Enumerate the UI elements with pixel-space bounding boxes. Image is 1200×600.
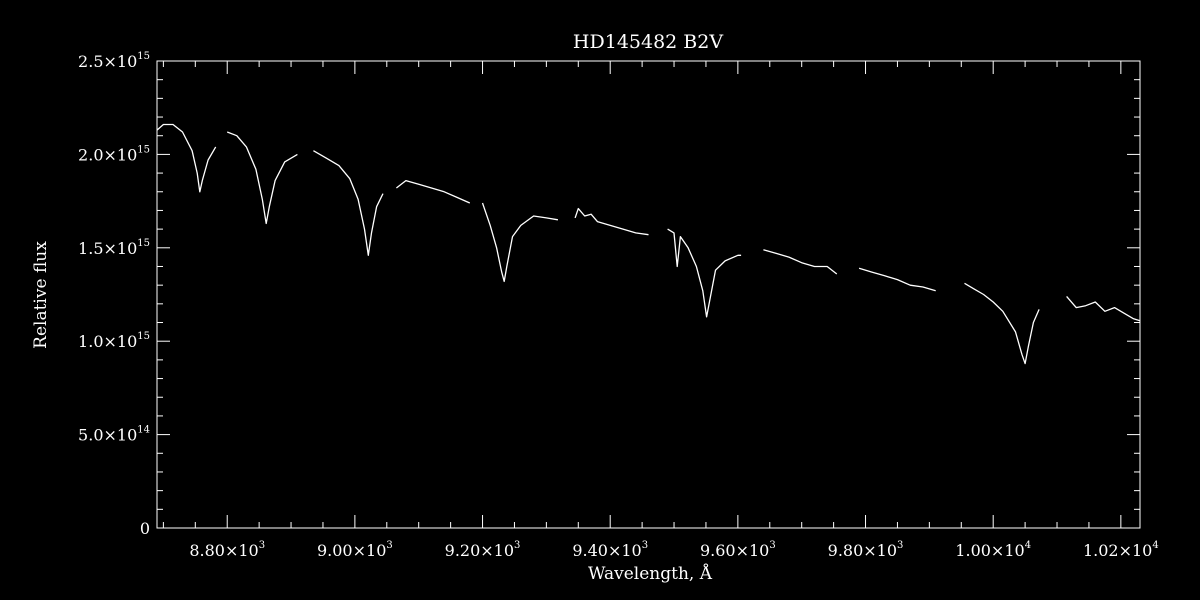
spectrum-segment bbox=[964, 282, 1040, 365]
x-tick-mantissa: 1.00×10 bbox=[955, 541, 1024, 560]
x-tick-label: 9.40×103 bbox=[572, 540, 648, 560]
plot-frame bbox=[156, 60, 1141, 529]
x-tick-exponent: 3 bbox=[514, 540, 520, 551]
y-tick-mantissa: 5.0×10 bbox=[78, 426, 137, 445]
spectrum-segment bbox=[226, 131, 298, 225]
spectrum-segment bbox=[667, 228, 742, 318]
x-tick-label: 1.00×104 bbox=[955, 540, 1031, 560]
x-tick-exponent: 4 bbox=[1025, 540, 1031, 551]
y-tick-label: 5.0×1014 bbox=[78, 425, 150, 445]
x-axis-label: Wavelength, Å bbox=[588, 563, 713, 584]
x-tick-label: 8.80×103 bbox=[189, 540, 265, 560]
spectrum-segment bbox=[763, 249, 838, 275]
y-tick-mantissa: 1.0×10 bbox=[78, 332, 137, 351]
y-tick-exponent: 15 bbox=[137, 51, 150, 62]
y-tick-label: 2.5×1015 bbox=[78, 51, 150, 71]
chart-title: HD145482 B2V bbox=[573, 31, 723, 53]
x-tick-mantissa: 1.02×10 bbox=[1083, 541, 1152, 560]
x-tick-mantissa: 8.80×10 bbox=[189, 541, 258, 560]
y-tick-exponent: 14 bbox=[137, 425, 150, 436]
x-tick-mantissa: 9.40×10 bbox=[572, 541, 641, 560]
axis-ticks bbox=[157, 60, 1140, 529]
x-tick-label: 9.00×103 bbox=[317, 540, 393, 560]
x-tick-label: 9.20×103 bbox=[445, 540, 521, 560]
x-tick-mantissa: 9.60×10 bbox=[700, 541, 769, 560]
x-tick-mantissa: 9.20×10 bbox=[445, 541, 514, 560]
y-tick-label: 1.0×1015 bbox=[78, 331, 150, 351]
spectrum-segment bbox=[574, 207, 649, 236]
spectrum-segment bbox=[313, 150, 384, 256]
x-tick-label: 9.80×103 bbox=[828, 540, 904, 560]
y-axis-label: Relative flux bbox=[31, 241, 51, 349]
spectrum-segment bbox=[481, 202, 559, 283]
x-tick-mantissa: 9.80×10 bbox=[828, 541, 897, 560]
spectrum-segment bbox=[156, 123, 217, 193]
x-tick-exponent: 3 bbox=[769, 540, 775, 551]
x-tick-label: 1.02×104 bbox=[1083, 540, 1159, 560]
spectrum-chart: HD145482 B2V Wavelength, Å Relative flux… bbox=[31, 31, 1159, 584]
y-tick-exponent: 15 bbox=[137, 144, 150, 155]
x-tick-exponent: 3 bbox=[642, 540, 648, 551]
x-tick-exponent: 4 bbox=[1152, 540, 1158, 551]
spectrum-segment bbox=[858, 267, 936, 292]
y-tick-label: 1.5×1015 bbox=[78, 238, 150, 258]
x-tick-mantissa: 9.00×10 bbox=[317, 541, 386, 560]
x-tick-exponent: 3 bbox=[386, 540, 392, 551]
y-tick-mantissa: 0 bbox=[140, 519, 150, 538]
y-tick-label: 0 bbox=[140, 519, 150, 538]
y-tick-exponent: 15 bbox=[137, 238, 150, 249]
x-tick-label: 9.60×103 bbox=[700, 540, 776, 560]
y-tick-label: 2.0×1015 bbox=[78, 144, 150, 164]
x-tick-exponent: 3 bbox=[897, 540, 903, 551]
spectrum-segment bbox=[396, 179, 471, 204]
spectrum-series bbox=[156, 123, 1141, 365]
y-tick-mantissa: 2.0×10 bbox=[78, 145, 137, 164]
y-tick-mantissa: 2.5×10 bbox=[78, 52, 137, 71]
y-tick-mantissa: 1.5×10 bbox=[78, 239, 137, 258]
spectrum-segment bbox=[1066, 295, 1141, 322]
x-tick-exponent: 3 bbox=[259, 540, 265, 551]
y-tick-exponent: 15 bbox=[137, 331, 150, 342]
